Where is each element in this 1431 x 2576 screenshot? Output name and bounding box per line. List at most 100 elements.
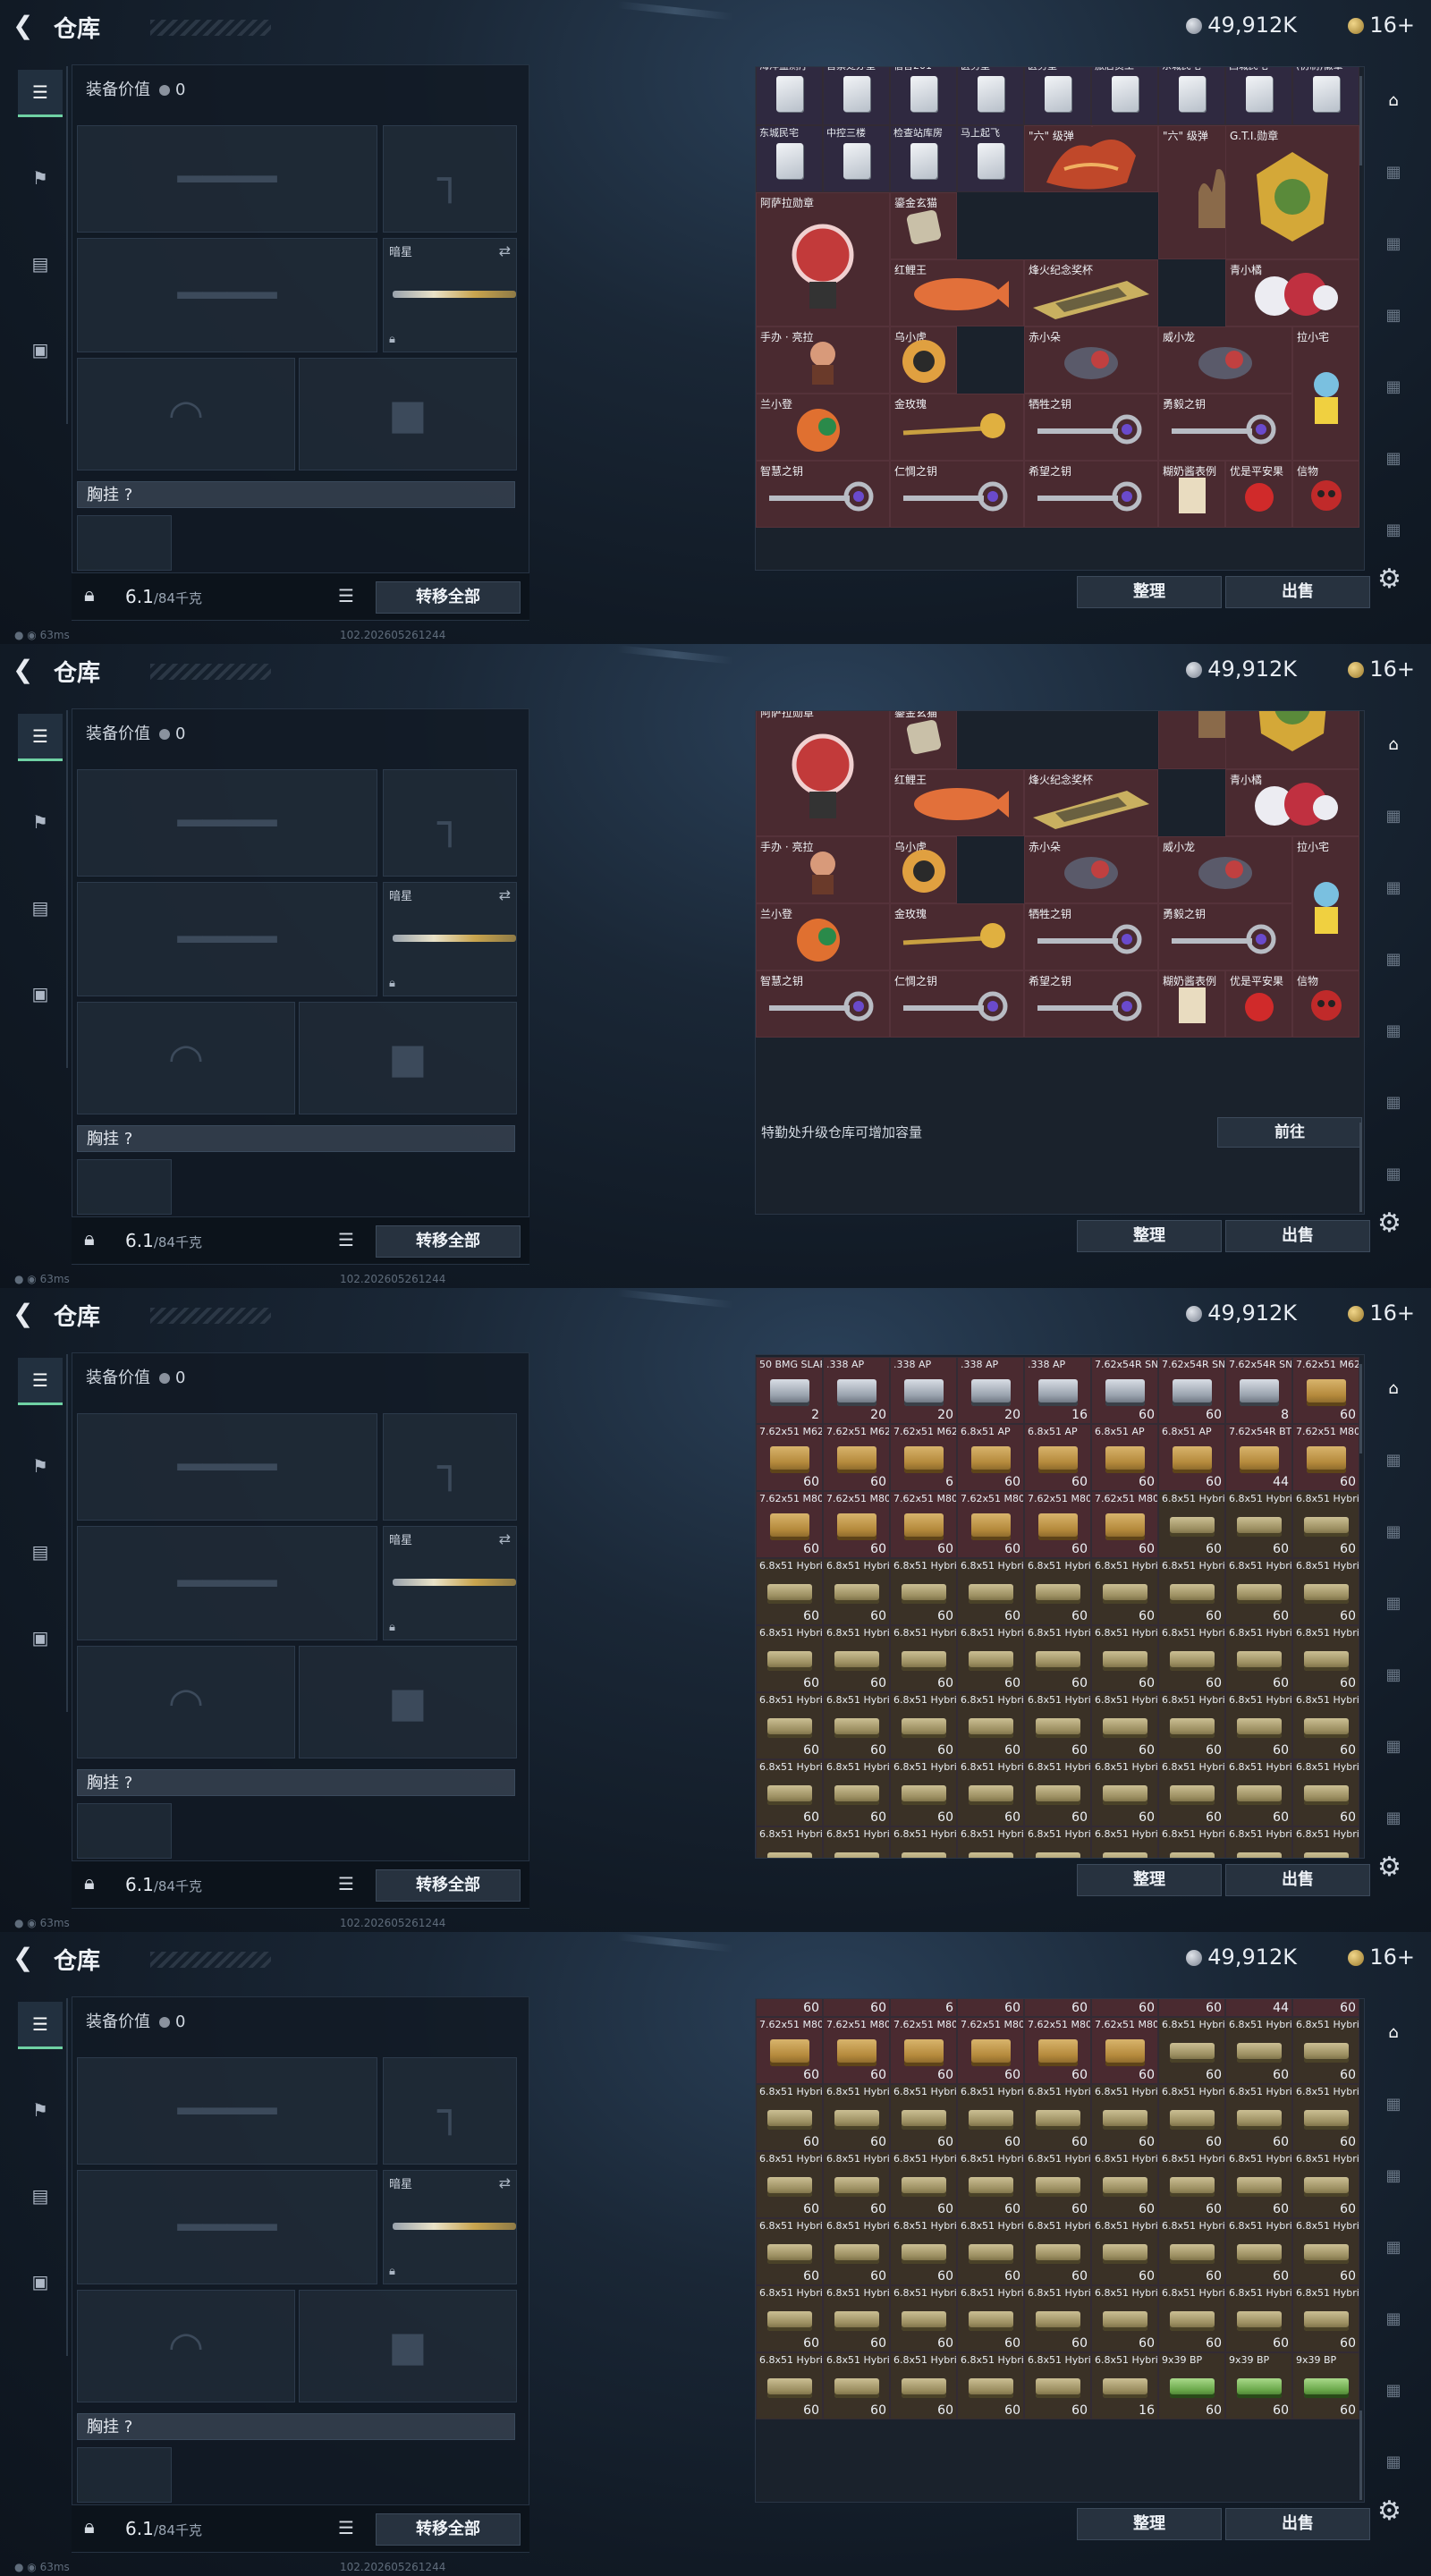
swap-icon[interactable]: ⇄ xyxy=(499,242,511,259)
ammo-item[interactable]: 6.8x51 Hybrid60 xyxy=(1024,2084,1091,2151)
melee-slot[interactable]: 暗星 ⇄ 🔒︎ xyxy=(383,1526,517,1640)
ammo-item[interactable]: 7.62x51 M6260 xyxy=(1292,1357,1359,1424)
collectible-torch_cup[interactable]: 烽火纪念奖杯 xyxy=(1024,769,1158,836)
ammo-item[interactable]: 6.8x51 Hybrid60 xyxy=(1158,2017,1225,2084)
ammo-item[interactable]: 7.62x51 M626 xyxy=(890,1999,957,2017)
sort-button[interactable]: 整理 xyxy=(1077,576,1222,608)
ammo-item[interactable]: 6.8x51 Hybrid60 xyxy=(1024,1558,1091,1625)
card-item[interactable]: 中控三楼 xyxy=(823,125,890,192)
stash-scrollbar[interactable] xyxy=(1359,1123,1362,1212)
ammo-item[interactable]: 6.8x51 Hybrid60 xyxy=(1091,2218,1158,2285)
collectible-rose[interactable]: 金玫瑰 xyxy=(890,903,1024,970)
stash-scrollbar[interactable] xyxy=(1359,2411,1362,2500)
sell-button[interactable]: 出售 xyxy=(1225,576,1370,608)
collectible-lanxiaodeng[interactable]: 兰小登 xyxy=(756,903,890,970)
collectible-liu[interactable]: "六" 级弹 xyxy=(1024,125,1158,192)
collectible-xiaoju[interactable]: 青小橘 xyxy=(1225,259,1359,326)
stash-home-icon[interactable]: ⌂ xyxy=(1376,2023,1411,2054)
help-icon[interactable]: ? xyxy=(124,1774,133,1792)
collectible-key_hope[interactable]: 希望之钥 xyxy=(1024,970,1158,1038)
collectible-shouban[interactable]: 手办 · 亮拉 xyxy=(756,836,890,903)
ammo-item[interactable]: 7.62x51 M6260 xyxy=(756,1999,823,2017)
ammo-item[interactable]: 7.62x54R BT44 xyxy=(1225,1999,1292,2017)
card-item[interactable]: 旅店员工 xyxy=(1091,67,1158,125)
primary-weapon-slot[interactable]: ━━━━ xyxy=(77,2057,377,2165)
back-arrow-icon[interactable]: ❮ xyxy=(13,1301,39,1327)
collectible-laxiaozhai[interactable]: 拉小宅 xyxy=(1292,836,1359,970)
lock-icon[interactable]: 🔒︎ xyxy=(84,1872,95,1894)
ammo-item[interactable]: 6.8x51 AP60 xyxy=(1091,1999,1158,2017)
ammo-item[interactable]: 6.8x51 Hybrid60 xyxy=(1091,2151,1158,2218)
nav-bag-icon[interactable]: ▣ xyxy=(18,2259,63,2304)
collectible-golden_pan[interactable]: 鎏金玄猫 xyxy=(890,192,957,259)
ammo-item[interactable]: 7.62x51 M80 60 xyxy=(823,2017,890,2084)
currency-gold[interactable]: 16+ xyxy=(1348,657,1415,682)
collectible-key_sacrifice[interactable]: 牺牲之钥 xyxy=(1024,903,1158,970)
stash-grid[interactable]: 海洋监测厅售票处办室宿舍201医务室医务室旅店员工东城民宅西城民宅(仿制)徽章东… xyxy=(755,710,1365,1215)
sort-button[interactable]: 整理 xyxy=(1077,1864,1222,1896)
ammo-item[interactable]: 6.8x51 Hybrid60 xyxy=(1158,1491,1225,1558)
ammo-item[interactable]: 6.8x51 Hybrid60 xyxy=(1091,1558,1158,1625)
help-icon[interactable]: ? xyxy=(124,486,133,504)
help-icon[interactable]: ? xyxy=(124,1130,133,1148)
ammo-item[interactable]: 6.8x51 Hybrid60 xyxy=(890,1759,957,1826)
transfer-all-button[interactable]: 转移全部 xyxy=(376,2513,521,2546)
ammo-item[interactable]: 6.8x51 Hybrid60 xyxy=(1225,2151,1292,2218)
ammo-item[interactable]: .338 AP 16 xyxy=(1024,1357,1091,1424)
chest-rig-row[interactable]: 胸挂 ? xyxy=(77,1769,515,1796)
stash-page-4-icon[interactable]: ▦ xyxy=(1376,2238,1411,2268)
nav-weapon-icon[interactable]: ☰ xyxy=(18,1358,63,1405)
list-icon[interactable]: ☰ xyxy=(338,2517,354,2538)
ammo-item[interactable]: 6.8x51 AP60 xyxy=(1158,1999,1225,2017)
sell-button[interactable]: 出售 xyxy=(1225,1864,1370,1896)
collectible-asala[interactable]: 阿萨拉勋章 xyxy=(756,192,890,326)
collectible-key_kindness[interactable]: 仁惆之钥 xyxy=(890,461,1024,528)
ammo-item[interactable]: 6.8x51 Hybrid60 xyxy=(756,2218,823,2285)
ammo-item[interactable]: 6.8x51 AP60 xyxy=(1024,1424,1091,1491)
ammo-item[interactable]: 6.8x51 Hybrid60 xyxy=(1158,1759,1225,1826)
ammo-item[interactable]: 7.62x51 M80 60 xyxy=(756,2017,823,2084)
gear-icon[interactable]: ⚙ xyxy=(1377,2496,1401,2527)
collectible-liu[interactable]: "六" 级弹 xyxy=(1091,125,1093,127)
ammo-item[interactable]: 6.8x51 Hybrid60 xyxy=(890,1826,957,1858)
ammo-item[interactable]: 6.8x51 Hybrid60 xyxy=(1225,2218,1292,2285)
ammo-item[interactable]: 6.8x51 Hybrid60 xyxy=(823,1625,890,1692)
ammo-item[interactable]: 6.8x51 Hybrid60 xyxy=(756,1558,823,1625)
ammo-item[interactable]: 6.8x51 Hybrid60 xyxy=(1225,1558,1292,1625)
nav-weapon-icon[interactable]: ☰ xyxy=(18,714,63,761)
transfer-all-button[interactable]: 转移全部 xyxy=(376,581,521,614)
nav-vest-icon[interactable]: ▤ xyxy=(18,2174,63,2218)
collectible-golden_pan[interactable]: 鎏金玄猫 xyxy=(890,711,957,769)
collectible-key_sacrifice[interactable]: 牺牲之钥 xyxy=(1024,394,1158,461)
card-item[interactable]: 东城民宅 xyxy=(756,125,823,192)
secondary-weapon-slot[interactable]: ━━━━ xyxy=(77,238,377,352)
collectible-key_courage[interactable]: 勇毅之钥 xyxy=(1158,903,1292,970)
stash-page-4-icon[interactable]: ▦ xyxy=(1376,1594,1411,1624)
ammo-item[interactable]: 6.8x51 Hybrid60 xyxy=(1158,1826,1225,1858)
ammo-item[interactable]: 6.8x51 Hybrid60 xyxy=(890,2084,957,2151)
gear-icon[interactable]: ⚙ xyxy=(1377,1208,1401,1239)
stash-grid[interactable]: 7.62x51 M62607.62x51 M62607.62x51 M6266.… xyxy=(755,1998,1365,2503)
armor-slot[interactable]: ■ xyxy=(299,1002,517,1114)
ammo-item[interactable]: 6.8x51 Hybrid60 xyxy=(1225,2285,1292,2352)
transfer-all-button[interactable]: 转移全部 xyxy=(376,1225,521,1258)
ammo-item[interactable]: 6.8x51 Hybrid60 xyxy=(1292,2151,1359,2218)
pistol-slot[interactable]: ┐ xyxy=(383,2057,517,2165)
ammo-item[interactable]: 6.8x51 Hybrid60 xyxy=(1024,2352,1091,2419)
collectible-rose[interactable]: 金玫瑰 xyxy=(890,394,1024,461)
lock-icon[interactable]: 🔒︎ xyxy=(84,2516,95,2538)
collectible-chixiaoduo[interactable]: 赤小朵 xyxy=(1024,326,1158,394)
stash-page-3-icon[interactable]: ▦ xyxy=(1376,2166,1411,2197)
ammo-item[interactable]: 6.8x51 Hybrid60 xyxy=(1024,1625,1091,1692)
chest-rig-row[interactable]: 胸挂 ? xyxy=(77,481,515,508)
ammo-item[interactable]: 6.8x51 Hybrid60 xyxy=(1158,2151,1225,2218)
ammo-item[interactable]: 6.8x51 Hybrid60 xyxy=(1024,1692,1091,1759)
ammo-item[interactable]: 7.62x51 M6260 xyxy=(823,1999,890,2017)
ammo-item[interactable]: 6.8x51 Hybrid60 xyxy=(1225,1759,1292,1826)
gear-icon[interactable]: ⚙ xyxy=(1377,564,1401,595)
collectible-key_courage[interactable]: 勇毅之钥 xyxy=(1158,394,1292,461)
card-item[interactable]: 医务室 xyxy=(957,67,1024,125)
ammo-item[interactable]: 6.8x51 Hybrid60 xyxy=(1225,2084,1292,2151)
ammo-item[interactable]: 6.8x51 Hybrid60 xyxy=(1158,2218,1225,2285)
ammo-item[interactable]: 6.8x51 Hybrid60 xyxy=(1158,1558,1225,1625)
